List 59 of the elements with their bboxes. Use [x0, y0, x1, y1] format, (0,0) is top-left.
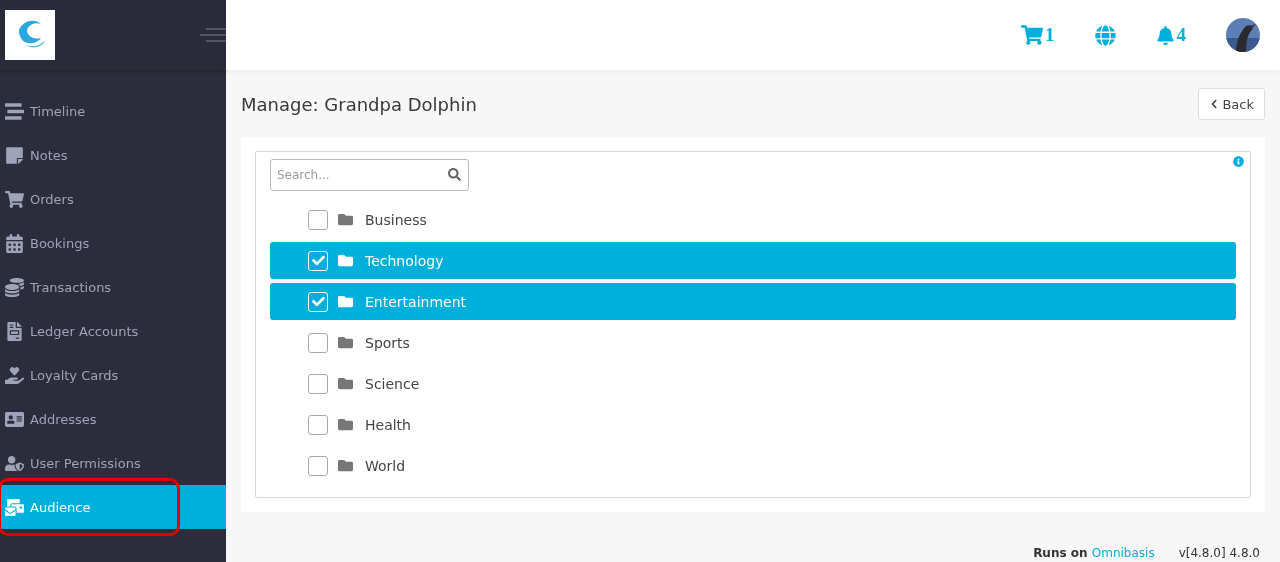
list-icon — [5, 101, 24, 121]
sidebar-item[interactable]: Addresses — [0, 397, 226, 441]
folder-icon — [338, 253, 353, 268]
logo[interactable] — [5, 10, 55, 60]
search-icon[interactable] — [448, 168, 461, 181]
info-icon[interactable] — [1233, 156, 1244, 167]
checkbox[interactable] — [308, 373, 328, 394]
sidebar-item[interactable]: Loyalty Cards — [0, 353, 226, 397]
sidebar-item[interactable]: Orders — [0, 177, 226, 221]
checkbox[interactable] — [308, 455, 328, 476]
sidebar-item[interactable]: User Permissions — [0, 441, 226, 485]
chevron-left-icon — [1209, 99, 1220, 109]
sidebar-item[interactable]: Timeline — [0, 89, 226, 133]
cart-icon — [5, 189, 24, 209]
category-row[interactable]: Science — [270, 365, 1236, 402]
category-label: Health — [365, 416, 411, 433]
globe-icon — [1094, 24, 1116, 46]
user-shield-icon — [5, 453, 24, 473]
checkbox[interactable] — [308, 332, 328, 353]
id-card-icon — [5, 409, 24, 429]
back-button[interactable]: Back — [1198, 88, 1265, 120]
category-label: Technology — [365, 252, 444, 269]
folder-icon — [338, 376, 353, 391]
sidebar-item[interactable]: Notes — [0, 133, 226, 177]
check-icon — [311, 295, 325, 308]
document-icon — [5, 321, 24, 341]
search-field[interactable]: Search... — [270, 159, 469, 191]
folder-icon — [338, 458, 353, 473]
check-icon — [311, 254, 325, 267]
category-row[interactable]: Business — [270, 201, 1236, 238]
language-button[interactable] — [1094, 24, 1116, 46]
category-label: Entertainment — [365, 293, 467, 310]
category-label: Business — [365, 211, 427, 228]
hand-heart-icon — [5, 365, 24, 385]
checkbox[interactable] — [308, 209, 328, 230]
category-label: Sports — [365, 334, 410, 351]
sidebar-item[interactable]: Ledger Accounts — [0, 309, 226, 353]
sidebar-item[interactable]: Bookings — [0, 221, 226, 265]
calendar-icon — [5, 233, 24, 253]
checkbox[interactable] — [308, 414, 328, 435]
category-row[interactable]: Health — [270, 406, 1236, 443]
folder-icon — [338, 212, 353, 227]
category-row[interactable]: World — [270, 447, 1236, 484]
page-title: Manage: Grandpa Dolphin — [241, 93, 477, 115]
footer-credit: Runs on Omnibasis — [1033, 546, 1155, 560]
mail-icon — [5, 497, 24, 517]
bell-icon — [1155, 25, 1175, 45]
category-row[interactable]: Sports — [270, 324, 1236, 361]
category-label: Science — [365, 375, 420, 392]
sidebar-item[interactable]: Transactions — [0, 265, 226, 309]
coins-icon — [5, 277, 24, 297]
category-label: World — [365, 457, 406, 474]
sticky-note-icon — [5, 145, 24, 165]
menu-icon[interactable] — [200, 25, 226, 45]
version-text: v[4.8.0] 4.8.0 — [1178, 546, 1260, 560]
folder-icon — [338, 417, 353, 432]
folder-icon — [338, 294, 353, 309]
folder-icon — [338, 335, 353, 350]
cart-icon — [1021, 24, 1043, 46]
